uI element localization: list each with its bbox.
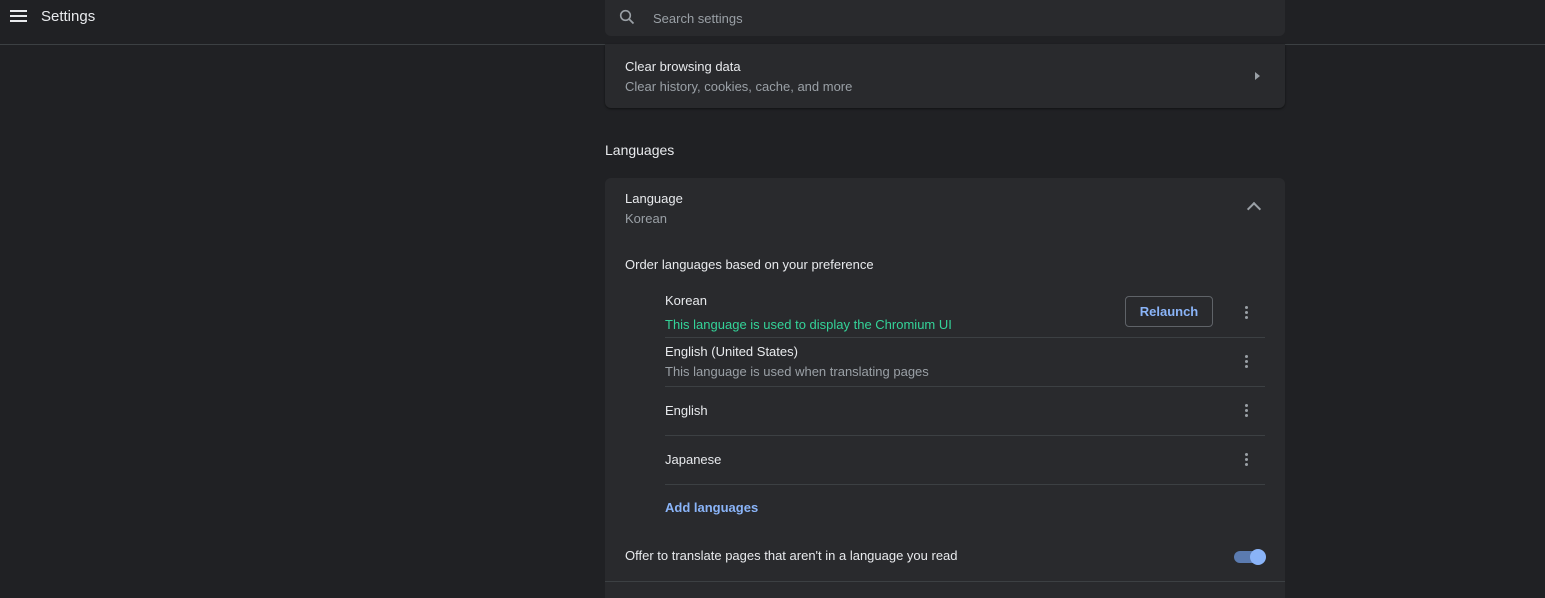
more-vert-icon[interactable] [1245, 404, 1249, 419]
language-item-note: This language is used when translating p… [665, 364, 929, 379]
language-item-english: English [665, 387, 1265, 436]
language-current-value: Korean [625, 211, 667, 226]
language-item-name: English (United States) [665, 344, 798, 359]
offer-translate-toggle[interactable] [1234, 549, 1266, 565]
clear-browsing-data-row[interactable]: Clear browsing data Clear history, cooki… [605, 44, 1285, 108]
menu-icon[interactable] [10, 8, 28, 26]
language-title: Language [625, 191, 683, 206]
language-item-english-us: English (United States) This language is… [665, 338, 1265, 387]
language-item-korean: Korean This language is used to display … [665, 285, 1265, 338]
chevron-right-icon [1255, 72, 1260, 80]
relaunch-button[interactable]: Relaunch [1125, 296, 1213, 327]
languages-card: Language Korean Order languages based on… [605, 178, 1285, 598]
language-item-japanese: Japanese [665, 436, 1265, 485]
add-languages-button[interactable]: Add languages [665, 500, 758, 515]
search-icon [619, 9, 635, 25]
languages-section-title: Languages [605, 142, 675, 158]
search-box[interactable] [605, 0, 1285, 36]
language-item-note: This language is used to display the Chr… [665, 317, 952, 332]
search-input[interactable] [651, 8, 1255, 28]
page-title: Settings [41, 8, 96, 25]
toggle-knob [1250, 549, 1266, 565]
language-item-name: Korean [665, 293, 707, 308]
more-vert-icon[interactable] [1245, 306, 1249, 321]
offer-translate-label: Offer to translate pages that aren't in … [625, 548, 958, 563]
top-bar: Settings [0, 0, 1545, 45]
language-item-name: Japanese [665, 452, 722, 467]
clear-browsing-data-title: Clear browsing data [625, 59, 741, 74]
order-languages-label: Order languages based on your preference [625, 257, 874, 272]
more-vert-icon[interactable] [1245, 355, 1249, 370]
language-item-name: English [665, 403, 708, 418]
divider [605, 581, 1285, 582]
language-expand-row[interactable]: Language Korean [605, 178, 1285, 238]
chevron-up-icon[interactable] [1246, 201, 1262, 217]
more-vert-icon[interactable] [1245, 453, 1249, 468]
clear-browsing-data-subtitle: Clear history, cookies, cache, and more [625, 79, 853, 94]
